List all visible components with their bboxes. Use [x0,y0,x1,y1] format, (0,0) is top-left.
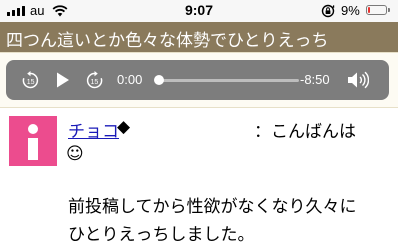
author-mark: ◆ [117,117,131,137]
current-time: 0:00 [117,72,143,87]
smile-emoji: ☺ [66,144,84,164]
author-link[interactable]: チョコ [68,117,119,142]
audio-player: 15 15 0:00 -8:50 [6,60,389,100]
post-body-line: ひとりえっちしました。 [68,225,255,245]
page: au 9:07 9% 四つん這いとか色々な体勢でひとりえっち 15 15 0:0… [0,0,398,248]
battery-icon [366,5,387,15]
status-bar: au 9:07 9% [0,0,398,22]
battery-terminal [388,8,390,12]
skip-back-15-icon[interactable]: 15 [21,71,40,90]
page-title: 四つん這いとか色々な体勢でひとりえっち [6,31,329,51]
svg-text:15: 15 [91,79,99,86]
play-icon[interactable] [56,72,70,88]
battery-percentage: 9% [341,3,360,18]
info-icon-dot [28,124,38,134]
status-clock: 9:07 [184,2,214,18]
greeting-text: ：こんばんは [254,122,356,142]
volume-icon[interactable] [347,71,369,89]
avatar[interactable] [9,116,57,166]
page-title-bar: 四つん這いとか色々な体勢でひとりえっち [0,22,398,52]
post: チョコ ◆ ：こんばんは ☺ 前投稿してから性欲がなくなり久々に ひとりえっちし… [0,108,398,248]
remaining-time: -8:50 [300,72,330,87]
info-icon-stem [28,138,38,160]
audio-player-container: 15 15 0:00 -8:50 [0,52,398,108]
svg-text:15: 15 [27,79,35,86]
rotation-lock-icon [321,4,335,18]
skip-forward-15-icon[interactable]: 15 [85,71,104,90]
battery-level-fill [368,7,370,13]
seek-bar[interactable] [159,79,299,82]
seek-knob[interactable] [154,75,164,85]
post-body-line: 前投稿してから性欲がなくなり久々に [68,197,357,217]
